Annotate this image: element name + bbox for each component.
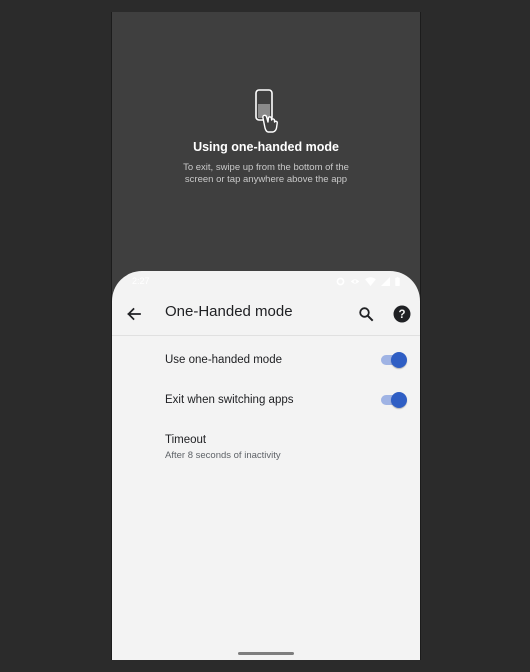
status-time: 2:27	[132, 276, 150, 286]
wifi-icon	[365, 277, 376, 286]
exit-when-switching-apps-row[interactable]: Exit when switching apps	[112, 385, 420, 425]
exit-when-switching-apps-toggle[interactable]	[379, 392, 407, 408]
eye-icon	[350, 279, 360, 284]
search-button[interactable]	[354, 302, 378, 326]
battery-icon	[395, 277, 400, 286]
timeout-summary: After 8 seconds of inactivity	[165, 450, 281, 461]
exit-when-switching-apps-label: Exit when switching apps	[165, 394, 294, 406]
hint-title: Using one-handed mode	[193, 140, 339, 154]
search-icon	[359, 307, 374, 322]
one-handed-phone-icon	[255, 89, 278, 133]
help-icon: ?	[393, 305, 411, 323]
use-one-handed-mode-toggle[interactable]	[379, 352, 407, 368]
toggle-thumb	[391, 352, 407, 368]
gesture-nav-handle[interactable]	[238, 652, 294, 655]
status-icons	[336, 277, 400, 286]
hint-description: To exit, swipe up from the bottom of the…	[183, 162, 349, 185]
signal-icon	[381, 277, 390, 286]
status-bar: 2:27	[112, 271, 420, 293]
use-one-handed-mode-label: Use one-handed mode	[165, 354, 282, 366]
arrow-back-icon	[127, 307, 141, 321]
settings-sheet: 2:27 One-Handed mode ? Use one-handed mo…	[112, 271, 420, 660]
svg-text:?: ?	[398, 309, 405, 321]
app-bar: One-Handed mode ?	[112, 293, 420, 336]
phone-screen: Using one-handed mode To exit, swipe up …	[111, 12, 421, 660]
use-one-handed-mode-row[interactable]: Use one-handed mode	[112, 345, 420, 385]
page-title: One-Handed mode	[165, 303, 293, 320]
one-handed-hint[interactable]: Using one-handed mode To exit, swipe up …	[112, 88, 420, 186]
timeout-row[interactable]: Timeout After 8 seconds of inactivity	[112, 425, 420, 471]
toggle-thumb	[391, 392, 407, 408]
settings-icon	[336, 277, 345, 286]
help-button[interactable]: ?	[390, 302, 414, 326]
timeout-label: Timeout	[165, 434, 207, 446]
back-button[interactable]	[122, 302, 146, 326]
